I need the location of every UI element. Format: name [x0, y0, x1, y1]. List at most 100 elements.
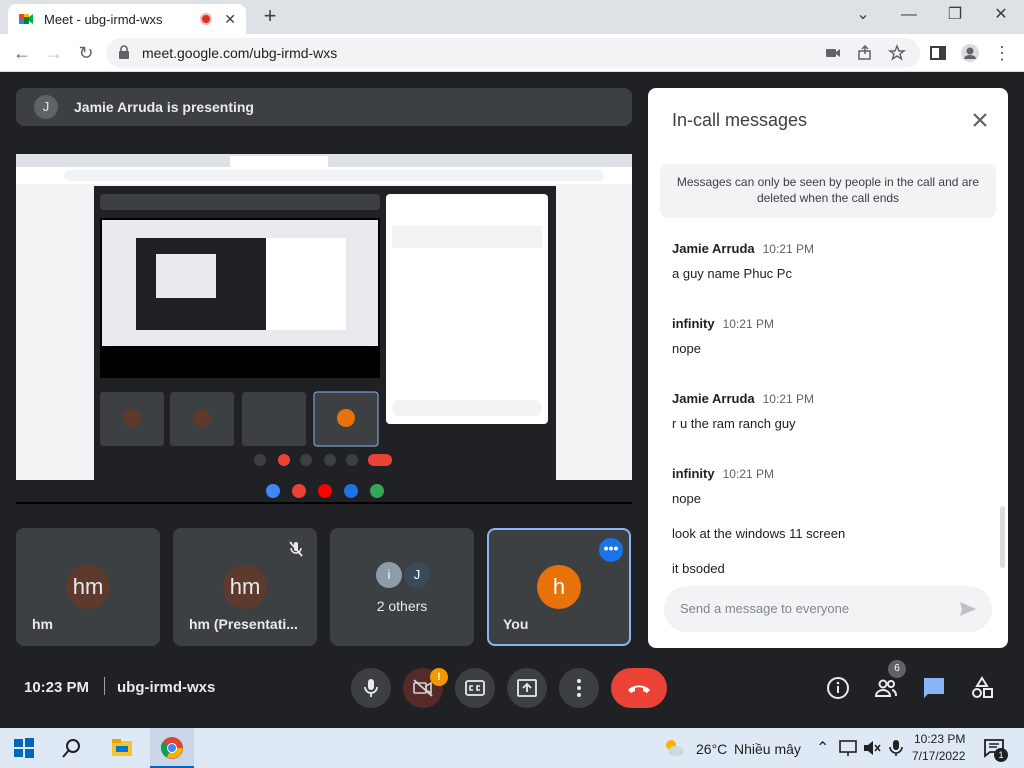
message-time: 10:21 PM — [722, 317, 774, 331]
windows-taskbar: 26°C Nhiều mây ⌃ 10:23 PM 7/17/2022 1 — [0, 728, 1024, 768]
message-text: a guy name Phuc Pc — [672, 266, 792, 281]
browser-menu-icon[interactable]: ⋮ — [988, 39, 1016, 67]
people-icon[interactable] — [874, 676, 898, 700]
message-text: r u the ram ranch guy — [672, 416, 796, 431]
captions-button[interactable] — [455, 668, 495, 708]
present-screen-button[interactable] — [507, 668, 547, 708]
shared-screen-taskbar — [16, 480, 632, 502]
more-options-icon[interactable]: ••• — [599, 538, 623, 562]
browser-tab-meet[interactable]: Meet - ubg-irmd-wxs ✕ — [8, 4, 246, 34]
browser-toolbar: ← → ↻ meet.google.com/ubg-irmd-wxs ⋮ — [0, 34, 1024, 72]
present-screen-icon — [517, 679, 537, 697]
reload-icon[interactable]: ↻ — [72, 39, 100, 67]
address-bar[interactable]: meet.google.com/ubg-irmd-wxs — [106, 38, 920, 68]
gmail-mini-icon — [292, 484, 306, 498]
participant-tile-hm[interactable]: hm hm — [16, 528, 160, 646]
tab-search-icon[interactable]: ⌄ — [840, 0, 886, 30]
camera-blocked-icon[interactable] — [824, 44, 842, 62]
close-icon[interactable] — [970, 110, 990, 130]
message-text: nope — [672, 491, 701, 506]
search-icon[interactable] — [60, 736, 84, 760]
closed-captions-icon — [465, 680, 485, 696]
meeting-details-icon[interactable] — [826, 676, 850, 700]
bookmark-star-icon[interactable] — [888, 44, 906, 62]
message-item: Jamie Arruda 10:21 PM a guy name Phuc Pc — [672, 240, 992, 281]
message-list: Jamie Arruda 10:21 PM a guy name Phuc Pc … — [672, 240, 992, 590]
message-time: 10:21 PM — [722, 467, 774, 481]
participant-name: 2 others — [376, 598, 428, 614]
chat-scrollbar[interactable] — [1000, 506, 1005, 568]
leave-call-button[interactable] — [611, 668, 667, 708]
meeting-time: 10:23 PM — [24, 679, 90, 696]
side-panel-icon[interactable] — [928, 43, 948, 63]
share-icon[interactable] — [856, 44, 874, 62]
message-item: infinity 10:21 PM nope look at the window… — [672, 465, 992, 576]
more-options-button[interactable] — [559, 668, 599, 708]
windows-start-icon[interactable] — [12, 736, 36, 760]
participant-tile-hm-presentation[interactable]: hm hm (Presentati... — [173, 528, 317, 646]
message-time: 10:21 PM — [762, 392, 814, 406]
chrome-mini-icon — [266, 484, 280, 498]
forward-arrow-icon[interactable]: → — [40, 39, 68, 67]
participant-tile-others[interactable]: i J 2 others — [330, 528, 474, 646]
participant-tile-you[interactable]: ••• h You — [487, 528, 631, 646]
message-text: it bsoded — [672, 561, 725, 576]
browser-tabbar: Meet - ubg-irmd-wxs ✕ + ⌄ — ❐ ✕ — [0, 0, 1024, 34]
network-icon[interactable] — [838, 738, 858, 758]
back-arrow-icon[interactable]: ← — [8, 39, 36, 67]
weather-temperature: 26°C — [696, 741, 728, 757]
system-clock-time[interactable]: 10:23 PM — [914, 732, 965, 746]
message-time: 10:21 PM — [762, 242, 814, 256]
profile-avatar-icon[interactable] — [960, 43, 980, 63]
avatar: hm — [66, 565, 110, 609]
chevron-up-icon[interactable]: ⌃ — [816, 738, 829, 758]
tab-title: Meet - ubg-irmd-wxs — [44, 11, 163, 27]
presenter-avatar: J — [34, 95, 58, 119]
camera-warning-badge: ! — [430, 668, 448, 686]
new-tab-button[interactable]: + — [258, 4, 282, 28]
lock-icon[interactable] — [118, 45, 130, 59]
weather-cloudy-icon[interactable] — [662, 736, 686, 760]
participant-name: hm (Presentati... — [189, 616, 298, 632]
message-text: look at the windows 11 screen — [672, 526, 846, 541]
avatar: hm — [223, 565, 267, 609]
volume-muted-icon[interactable] — [862, 738, 882, 758]
message-sender: Jamie Arruda — [672, 241, 755, 256]
presenting-banner: J Jamie Arruda is presenting — [16, 88, 632, 126]
shared-screen-image — [16, 154, 632, 480]
chat-icon[interactable] — [922, 676, 946, 700]
youtube-mini-icon — [318, 484, 332, 498]
messages-mini-icon — [344, 484, 358, 498]
avatar: J — [404, 562, 430, 588]
presenting-text: Jamie Arruda is presenting — [74, 99, 254, 115]
system-clock-date[interactable]: 7/17/2022 — [912, 749, 965, 763]
presentation-stage — [16, 154, 632, 504]
meeting-code: ubg-irmd-wxs — [117, 679, 216, 696]
avatar: h — [537, 565, 581, 609]
microphone-button[interactable] — [351, 668, 391, 708]
file-explorer-icon[interactable] — [110, 736, 134, 760]
weather-description: Nhiều mây — [734, 741, 801, 757]
message-text: nope — [672, 341, 701, 356]
message-item: infinity 10:21 PM nope — [672, 315, 992, 356]
maximize-button[interactable]: ❐ — [932, 0, 978, 30]
send-icon[interactable] — [958, 599, 978, 619]
tab-close-icon[interactable]: ✕ — [224, 11, 236, 28]
chrome-icon[interactable] — [160, 736, 184, 760]
participant-name: hm — [32, 616, 53, 632]
microphone-icon — [364, 679, 378, 697]
minimize-button[interactable]: — — [886, 0, 932, 30]
close-window-button[interactable]: ✕ — [978, 0, 1024, 30]
chat-panel: In-call messages Messages can only be se… — [648, 88, 1008, 648]
recording-indicator-icon — [200, 13, 213, 25]
google-meet-icon — [19, 14, 33, 24]
chat-notice: Messages can only be seen by people in t… — [660, 164, 996, 218]
message-item: Jamie Arruda 10:21 PM r u the ram ranch g… — [672, 390, 992, 431]
activities-icon[interactable] — [970, 676, 994, 700]
microphone-in-use-icon[interactable] — [886, 738, 906, 758]
url-text: meet.google.com/ubg-irmd-wxs — [142, 45, 338, 61]
participant-name: You — [503, 616, 529, 632]
vertical-dots-icon — [577, 679, 581, 697]
meet-main: J Jamie Arruda is presenting hm hm hm hm… — [0, 72, 1024, 728]
chat-message-input[interactable]: Send a message to everyone — [664, 586, 992, 632]
